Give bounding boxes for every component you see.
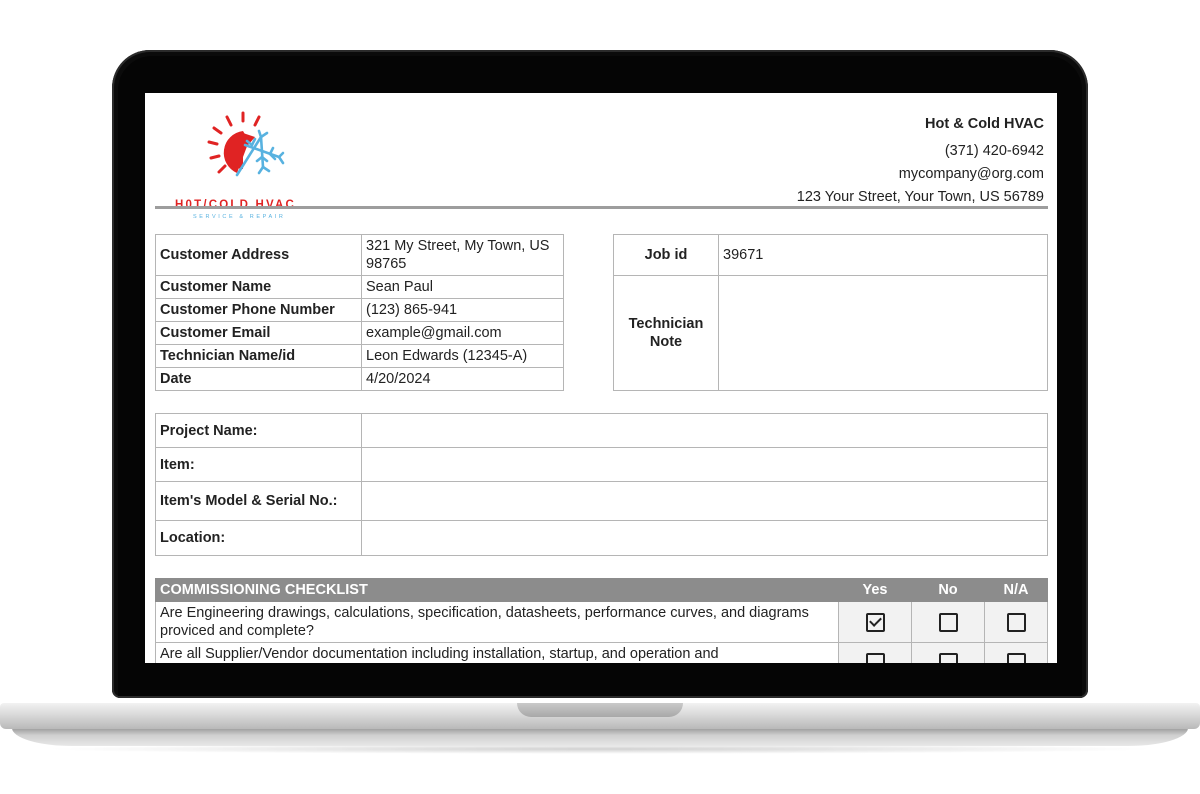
- laptop-notch: [517, 703, 683, 717]
- sun-snowflake-icon: [207, 111, 285, 177]
- yes-checkbox[interactable]: [865, 653, 885, 663]
- field-value[interactable]: 4/20/2024: [361, 367, 564, 391]
- company-info: Hot & Cold HVAC (371) 420-6942 mycompany…: [797, 113, 1044, 209]
- logo-subtitle: SERVICE & REPAIR: [193, 214, 286, 220]
- field-value[interactable]: [361, 481, 1048, 521]
- field-label: Customer Email: [155, 321, 362, 345]
- table-row: Customer Address 321 My Street, My Town,…: [155, 234, 564, 276]
- field-value[interactable]: Leon Edwards (12345-A): [361, 344, 564, 368]
- table-row: Job id 39671: [613, 234, 1048, 276]
- no-checkbox[interactable]: [938, 612, 958, 632]
- field-label: Item's Model & Serial No.:: [155, 481, 362, 521]
- field-value[interactable]: [361, 447, 1048, 482]
- yes-cell: [838, 642, 912, 663]
- field-label: Customer Name: [155, 275, 362, 299]
- yes-cell: [838, 601, 912, 643]
- company-name: Hot & Cold HVAC: [925, 116, 1044, 132]
- company-email: mycompany@org.com: [898, 166, 1044, 182]
- na-checkbox[interactable]: [1006, 612, 1026, 632]
- logo-title-hot: H0T: [175, 199, 204, 211]
- table-row: Technician Name/id Leon Edwards (12345-A…: [155, 344, 564, 368]
- table-row: Customer Name Sean Paul: [155, 275, 564, 299]
- checklist-title: COMMISSIONING CHECKLIST: [155, 578, 839, 602]
- no-cell: [911, 642, 985, 663]
- logo-title-cold: /COLD HVAC: [203, 199, 297, 211]
- job-id-label: Job id: [613, 234, 719, 276]
- checklist-header: COMMISSIONING CHECKLIST Yes No N/A: [155, 578, 1048, 602]
- na-cell: [984, 642, 1048, 663]
- na-cell: [984, 601, 1048, 643]
- technician-note-field[interactable]: [718, 275, 1048, 391]
- header-divider: [155, 206, 1048, 209]
- job-id-value[interactable]: 39671: [718, 234, 1048, 276]
- logo-title: H0T/COLD HVAC: [175, 199, 296, 211]
- field-label: Customer Phone Number: [155, 298, 362, 322]
- field-value[interactable]: Sean Paul: [361, 275, 564, 299]
- table-row: Location:: [155, 520, 1048, 556]
- field-value[interactable]: [361, 413, 1048, 448]
- table-row: Item's Model & Serial No.:: [155, 481, 1048, 521]
- checklist-row: Are Engineering drawings, calculations, …: [155, 601, 1048, 643]
- job-info-table: Job id 39671 Technician Note: [613, 234, 1048, 391]
- column-na: N/A: [984, 578, 1048, 602]
- column-no: No: [911, 578, 985, 602]
- checklist-question: Are Engineering drawings, calculations, …: [155, 601, 839, 643]
- field-value[interactable]: example@gmail.com: [361, 321, 564, 345]
- table-row: Technician Note: [613, 275, 1048, 391]
- company-logo: H0T/COLD HVAC SERVICE & REPAIR: [163, 111, 333, 220]
- yes-checkbox[interactable]: [865, 612, 885, 632]
- project-table: Project Name: Item: Item's Model & Seria…: [155, 413, 1048, 556]
- field-label: Customer Address: [155, 234, 362, 276]
- field-value[interactable]: (123) 865-941: [361, 298, 564, 322]
- laptop-screen: H0T/COLD HVAC SERVICE & REPAIR Hot & Col…: [145, 93, 1057, 663]
- table-row: Customer Phone Number (123) 865-941: [155, 298, 564, 322]
- field-value[interactable]: [361, 520, 1048, 556]
- field-label: Technician Name/id: [155, 344, 362, 368]
- checklist-row: Are all Supplier/Vendor documentation in…: [155, 642, 1048, 663]
- company-phone: (371) 420-6942: [944, 143, 1044, 159]
- table-row: Date 4/20/2024: [155, 367, 564, 391]
- field-label: Date: [155, 367, 362, 391]
- table-row: Item:: [155, 447, 1048, 482]
- customer-info-table: Customer Address 321 My Street, My Town,…: [155, 234, 564, 391]
- laptop-base-bottom: [12, 728, 1188, 746]
- field-value[interactable]: 321 My Street, My Town, US 98765: [361, 234, 564, 276]
- table-row: Customer Email example@gmail.com: [155, 321, 564, 345]
- no-cell: [911, 601, 985, 643]
- field-label: Location:: [155, 520, 362, 556]
- no-checkbox[interactable]: [938, 653, 958, 663]
- commissioning-checklist: COMMISSIONING CHECKLIST Yes No N/A Are E…: [155, 578, 1048, 663]
- column-yes: Yes: [838, 578, 912, 602]
- table-row: Project Name:: [155, 413, 1048, 448]
- field-label: Project Name:: [155, 413, 362, 448]
- field-label: Item:: [155, 447, 362, 482]
- laptop-bezel-bottom: [118, 663, 1082, 696]
- checklist-question: Are all Supplier/Vendor documentation in…: [155, 642, 839, 663]
- na-checkbox[interactable]: [1006, 653, 1026, 663]
- technician-note-label: Technician Note: [613, 275, 719, 391]
